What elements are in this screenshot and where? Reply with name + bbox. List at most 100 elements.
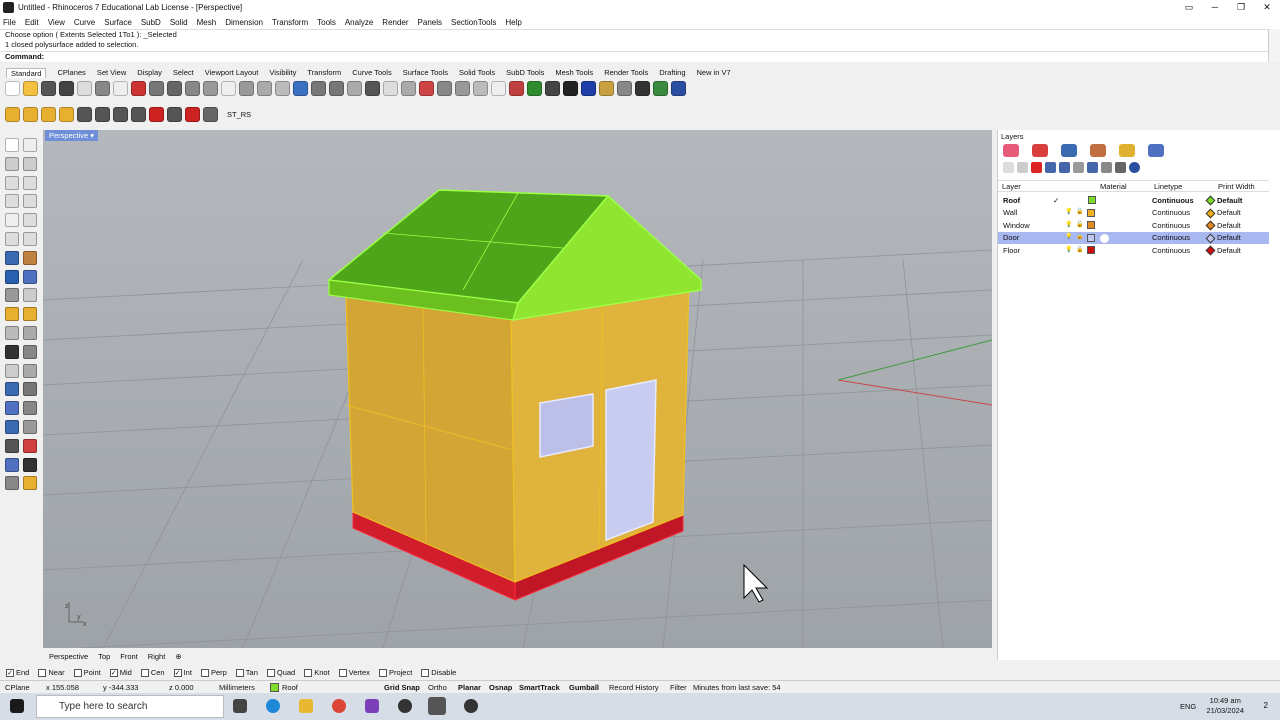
menu-item-view[interactable]: View xyxy=(48,18,65,27)
osnap-knot[interactable]: Knot xyxy=(304,668,330,677)
standard-tool-2-icon[interactable] xyxy=(23,81,38,96)
standard-tool-20-icon[interactable] xyxy=(347,81,362,96)
col-layer[interactable]: Layer xyxy=(1002,182,1021,191)
standard-tool-8-icon[interactable] xyxy=(131,81,146,96)
viewport-title-tab[interactable]: Perspective ▾ xyxy=(45,130,99,141)
standard-tool-22-icon[interactable] xyxy=(383,81,398,96)
sidebar-tool-21-icon[interactable] xyxy=(5,325,19,340)
layer-lock-icon[interactable]: 🔓 xyxy=(1076,246,1083,253)
layer-color-swatch[interactable] xyxy=(1087,208,1095,217)
sidebar-tool-25-icon[interactable] xyxy=(5,363,19,378)
checkbox[interactable] xyxy=(200,668,209,677)
grid-snap-toggle[interactable]: Grid Snap xyxy=(384,683,420,692)
toolbar-tab-visibility[interactable]: Visibility xyxy=(269,68,296,77)
sidebar-tool-28-icon[interactable] xyxy=(23,382,37,397)
standard-tool-24-icon[interactable] xyxy=(419,81,434,96)
st-rs-tool-11-icon[interactable] xyxy=(185,106,200,122)
edge-icon[interactable] xyxy=(266,699,280,713)
file-explorer-icon[interactable] xyxy=(299,699,313,713)
st-rs-tool-2-icon[interactable] xyxy=(23,106,38,122)
checkbox[interactable] xyxy=(140,668,149,677)
add-viewport-icon[interactable]: ⊕ xyxy=(175,652,181,661)
sidebar-tool-23-icon[interactable] xyxy=(5,344,19,359)
toolbar-tab-new-in-v7[interactable]: New in V7 xyxy=(697,68,731,77)
menu-item-edit[interactable]: Edit xyxy=(25,18,39,27)
taskbar-search[interactable]: Type here to search xyxy=(36,695,224,718)
cplane-label[interactable]: CPlane xyxy=(5,683,30,692)
standard-tool-26-icon[interactable] xyxy=(455,81,470,96)
osnap-quad[interactable]: Quad xyxy=(266,668,295,677)
standard-tool-11-icon[interactable] xyxy=(185,81,200,96)
command-scrollbar[interactable] xyxy=(1268,29,1280,62)
st-rs-tool-4-icon[interactable] xyxy=(59,106,74,122)
print-color-icon[interactable] xyxy=(1205,195,1216,206)
standard-tool-5-icon[interactable] xyxy=(77,81,92,96)
toolbar-tab-solid-tools[interactable]: Solid Tools xyxy=(459,68,495,77)
osnap-toggle[interactable]: Osnap xyxy=(489,683,512,692)
menu-item-solid[interactable]: Solid xyxy=(170,18,188,27)
osnap-disable[interactable]: Disable xyxy=(421,668,456,677)
layer-color-swatch[interactable] xyxy=(1087,233,1095,242)
standard-tool-9-icon[interactable] xyxy=(149,81,164,96)
move-parent-icon[interactable] xyxy=(1073,162,1084,173)
layer-lock-icon[interactable]: 🔓 xyxy=(1076,221,1083,228)
obs-icon[interactable] xyxy=(398,699,412,713)
standard-tool-17-icon[interactable] xyxy=(293,81,308,96)
sidebar-tool-4-icon[interactable] xyxy=(23,156,37,171)
osnap-tan[interactable]: Tan xyxy=(235,668,258,677)
toolbar-tab-select[interactable]: Select xyxy=(173,68,194,77)
standard-tool-7-icon[interactable] xyxy=(113,81,128,96)
checkbox[interactable] xyxy=(421,668,430,677)
properties-tab-icon[interactable] xyxy=(1003,144,1019,157)
standard-tool-36-icon[interactable] xyxy=(635,81,650,96)
ortho-toggle[interactable]: Ortho xyxy=(428,683,447,692)
standard-tool-18-icon[interactable] xyxy=(311,81,326,96)
print-color-icon[interactable] xyxy=(1205,220,1216,231)
layer-row-floor[interactable]: Floor Continuous Default 💡 🔓 xyxy=(998,244,1269,257)
layer-row-roof[interactable]: Roof ✓ Continuous Default xyxy=(998,194,1269,207)
checkbox[interactable] xyxy=(235,668,244,677)
menu-item-subd[interactable]: SubD xyxy=(141,18,161,27)
perspective-viewport[interactable]: z y x xyxy=(43,130,992,648)
menu-item-surface[interactable]: Surface xyxy=(104,18,132,27)
col-print-width[interactable]: Print Width xyxy=(1218,182,1255,191)
col-linetype[interactable]: Linetype xyxy=(1154,182,1182,191)
standard-tool-10-icon[interactable] xyxy=(167,81,182,96)
standard-tool-19-icon[interactable] xyxy=(329,81,344,96)
standard-tool-6-icon[interactable] xyxy=(95,81,110,96)
checkbox[interactable] xyxy=(378,668,387,677)
checkbox[interactable] xyxy=(304,668,313,677)
filter-icon[interactable] xyxy=(1087,162,1098,173)
toolbar-tab-set-view[interactable]: Set View xyxy=(97,68,126,77)
notification-count[interactable]: 2 xyxy=(1264,701,1268,710)
layer-row-door[interactable]: Door Continuous Default 💡 🔓 xyxy=(998,231,1269,245)
standard-tool-4-icon[interactable] xyxy=(59,81,74,96)
sidebar-tool-6-icon[interactable] xyxy=(23,175,37,190)
menu-item-sectiontools[interactable]: SectionTools xyxy=(451,18,496,27)
minimize-button[interactable]: ─ xyxy=(1202,0,1228,15)
task-view-icon[interactable] xyxy=(233,699,247,713)
layer-color-swatch[interactable] xyxy=(1087,221,1095,230)
new-sublayer-icon[interactable] xyxy=(1017,162,1028,173)
toolbar-tab-transform[interactable]: Transform xyxy=(307,68,341,77)
standard-tool-35-icon[interactable] xyxy=(617,81,632,96)
sidebar-tool-30-icon[interactable] xyxy=(23,401,37,416)
sidebar-tool-7-icon[interactable] xyxy=(5,194,19,209)
standard-tool-13-icon[interactable] xyxy=(221,81,236,96)
house-model[interactable] xyxy=(327,189,702,601)
layer-lock-icon[interactable]: 🔓 xyxy=(1076,233,1083,240)
checkbox[interactable] xyxy=(338,668,347,677)
layer-tools-icon[interactable] xyxy=(1101,162,1112,173)
osnap-int[interactable]: ✓ Int xyxy=(173,668,192,677)
filter-toggle[interactable]: Filter xyxy=(670,683,687,692)
sidebar-tool-27-icon[interactable] xyxy=(5,382,19,397)
sidebar-tool-31-icon[interactable] xyxy=(5,419,19,434)
standard-tool-15-icon[interactable] xyxy=(257,81,272,96)
standard-tool-33-icon[interactable] xyxy=(581,81,596,96)
toolbar-tab-cplanes[interactable]: CPlanes xyxy=(57,68,85,77)
current-layer-name[interactable]: Roof xyxy=(282,683,298,692)
viewport-tab-perspective[interactable]: Perspective xyxy=(49,652,88,661)
menu-item-dimension[interactable]: Dimension xyxy=(225,18,263,27)
sidebar-tool-16-icon[interactable] xyxy=(23,269,37,284)
checkbox[interactable]: ✓ xyxy=(173,668,182,677)
